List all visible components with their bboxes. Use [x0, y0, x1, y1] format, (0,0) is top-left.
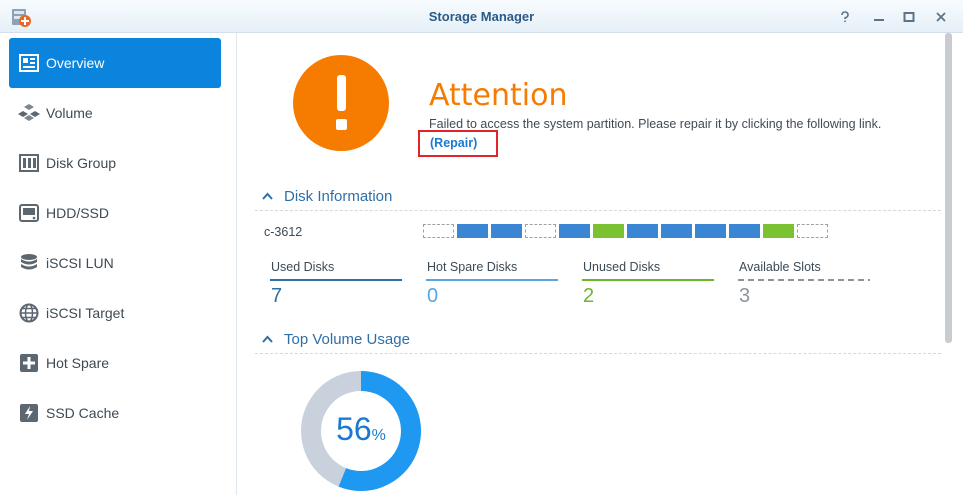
sidebar-item-label: iSCSI Target: [46, 305, 125, 321]
sidebar-item-disk-group[interactable]: Disk Group: [9, 138, 221, 188]
usage-value: 56: [336, 411, 372, 447]
stat-label: Available Slots: [739, 260, 821, 274]
stat-value: 3: [739, 285, 751, 307]
disk-information-header[interactable]: Disk Information: [262, 188, 392, 205]
title-bar: Storage Manager: [0, 0, 963, 33]
nas-model: c-3612: [264, 225, 303, 239]
overview-icon: [18, 52, 40, 74]
disk-slot-empty: [525, 224, 556, 238]
repair-link[interactable]: (Repair): [430, 136, 477, 150]
disk-slot-blue: [491, 224, 522, 238]
sidebar-item-hot-spare[interactable]: Hot Spare: [9, 338, 221, 388]
disk-slot-empty: [423, 224, 454, 238]
stat-available-slots: Available Slots 3: [738, 260, 870, 308]
disk-slot-blue: [695, 224, 726, 238]
disk-slot-blue: [457, 224, 488, 238]
sidebar-item-label: SSD Cache: [46, 405, 120, 421]
disk-slot-green: [763, 224, 794, 238]
top-volume-usage-header[interactable]: Top Volume Usage: [262, 331, 410, 348]
status-message: Failed to access the system partition. P…: [429, 117, 882, 131]
sidebar-item-label: HDD/SSD: [46, 205, 110, 221]
hot-spare-icon: [18, 352, 40, 374]
sidebar-item-label: Volume: [46, 105, 93, 121]
hdd-icon: [18, 202, 40, 224]
disk-slot-green: [593, 224, 624, 238]
disk-slot-blue: [729, 224, 760, 238]
sidebar-item-label: Hot Spare: [46, 355, 110, 371]
sidebar-item-label: Disk Group: [46, 155, 117, 171]
stat-hot-spare-disks: Hot Spare Disks 0: [426, 260, 558, 308]
section-title: Top Volume Usage: [284, 331, 410, 348]
stat-label: Unused Disks: [583, 260, 661, 274]
sidebar-item-volume[interactable]: Volume: [9, 88, 221, 138]
volume-usage-percent: 56%: [301, 411, 421, 448]
close-icon[interactable]: [932, 8, 950, 26]
help-icon[interactable]: [836, 8, 854, 26]
sidebar: Overview Volume Disk Group HDD/SSD iSCSI…: [0, 33, 237, 495]
usage-percent-sign: %: [371, 427, 386, 444]
sidebar-item-overview[interactable]: Overview: [9, 38, 221, 88]
minimize-icon[interactable]: [870, 8, 888, 26]
window-title: Storage Manager: [428, 9, 535, 24]
section-divider: [255, 353, 941, 354]
sidebar-item-label: iSCSI LUN: [46, 255, 114, 271]
stat-label: Hot Spare Disks: [427, 260, 518, 274]
warning-icon: [293, 55, 389, 151]
status-title: Attention: [429, 78, 568, 113]
stat-used-disks: Used Disks 7: [270, 260, 402, 308]
chevron-up-icon: [262, 334, 273, 346]
stat-value: 0: [427, 285, 439, 307]
stat-value: 7: [271, 285, 283, 307]
iscsi-lun-icon: [18, 252, 40, 274]
stat-unused-disks: Unused Disks 2: [582, 260, 714, 308]
sidebar-item-iscsi-target[interactable]: iSCSI Target: [9, 288, 221, 338]
ssd-cache-icon: [18, 402, 40, 424]
sidebar-item-label: Overview: [46, 55, 105, 71]
maximize-icon[interactable]: [900, 8, 918, 26]
sidebar-item-hdd-ssd[interactable]: HDD/SSD: [9, 188, 221, 238]
sidebar-item-iscsi-lun[interactable]: iSCSI LUN: [9, 238, 221, 288]
stat-value: 2: [583, 285, 595, 307]
disk-group-icon: [18, 152, 40, 174]
disk-slot-blue: [627, 224, 658, 238]
iscsi-target-icon: [18, 302, 40, 324]
volume-icon: [18, 102, 40, 124]
disk-slot-blue: [661, 224, 692, 238]
stat-label: Used Disks: [271, 260, 335, 274]
section-divider: [255, 210, 941, 211]
chevron-up-icon: [262, 191, 273, 203]
disk-slot-empty: [797, 224, 828, 238]
sidebar-item-ssd-cache[interactable]: SSD Cache: [9, 388, 221, 438]
scrollbar[interactable]: [945, 33, 952, 343]
disk-slot-blue: [559, 224, 590, 238]
section-title: Disk Information: [284, 188, 393, 205]
